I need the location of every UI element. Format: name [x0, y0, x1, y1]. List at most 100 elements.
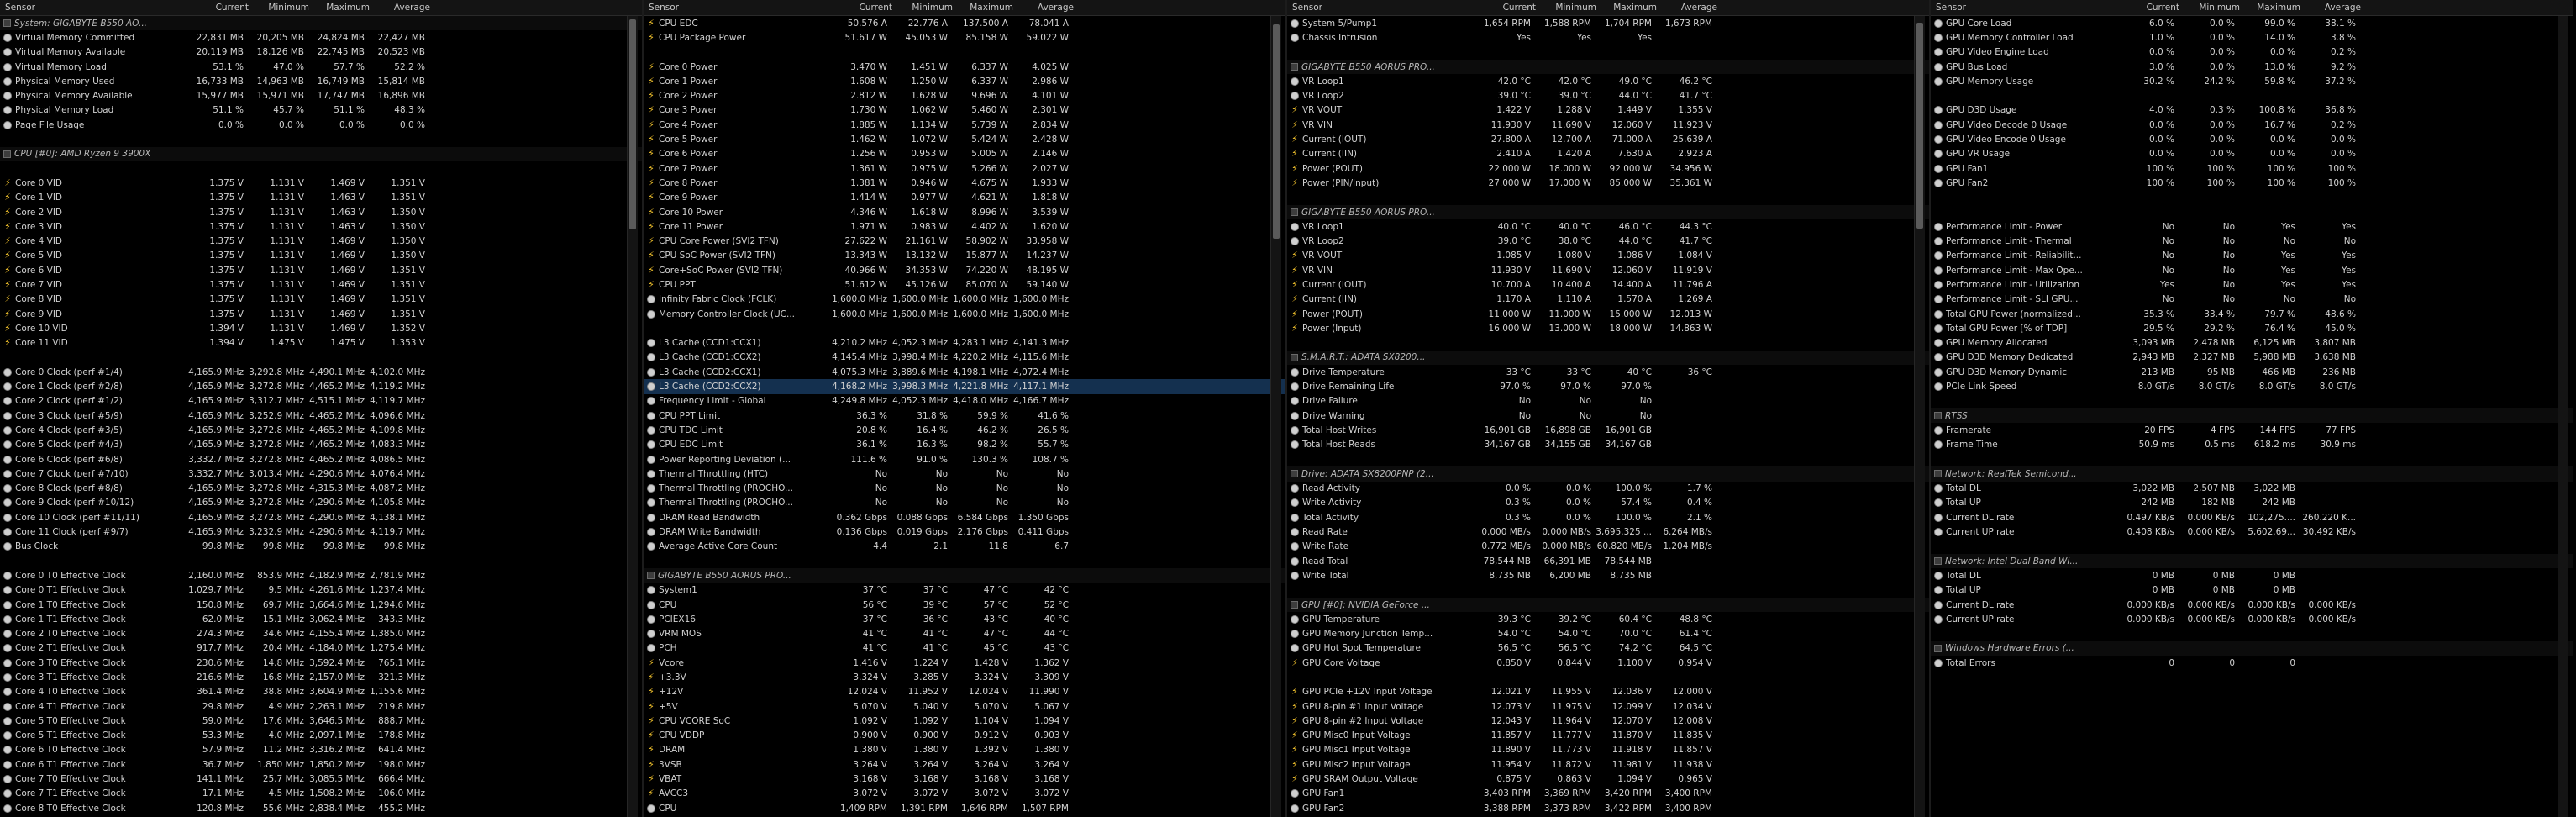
sensor-row[interactable]: Total UP 0 MB 0 MB 0 MB	[1931, 583, 2573, 598]
sensor-row[interactable]: Core 5 Clock (perf #4/3) 4,165.9 MHz 3,272…	[0, 438, 642, 452]
sensor-row[interactable]: CPU PPT Limit 36.3 % 31.8 % 59.9 % 41.6 %	[644, 408, 1285, 423]
sensor-row[interactable]: ⚡ Core 6 VID 1.375 V 1.131 V 1.469 V 1.351 V	[0, 263, 642, 277]
sensor-row[interactable]: CPU EDC Limit 36.1 % 16.3 % 98.2 % 55.7 %	[644, 438, 1285, 452]
sensor-row[interactable]: Core 2 T0 Effective Clock 274.3 MHz 34.6 M…	[0, 626, 642, 640]
sensor-row[interactable]: Virtual Memory Available 20,119 MB 18,126 …	[0, 45, 642, 60]
sensor-row[interactable]: VR Loop2 39.0 °C 38.0 °C 44.0 °C 41.7 °C	[1287, 234, 1929, 248]
sensor-row[interactable]: GPU Video Encode 0 Usage 0.0 % 0.0 % 0.0 % 0…	[1931, 132, 2573, 146]
sensor-row[interactable]: ⚡ Core 6 Power 1.256 W 0.953 W 5.005 W 2.146 …	[644, 147, 1285, 161]
sensor-row[interactable]: ⚡ Core 11 Power 1.971 W 0.983 W 4.402 W 1.620…	[644, 219, 1285, 234]
col-sensor-header[interactable]: Sensor	[1287, 3, 1477, 13]
sensor-row[interactable]: Core 2 Clock (perf #1/2) 4,165.9 MHz 3,312…	[0, 394, 642, 408]
collapse-icon[interactable]	[1291, 353, 1298, 361]
sensor-row[interactable]: Chassis Intrusion Yes Yes Yes	[1287, 30, 1929, 45]
col-sensor-header[interactable]: Sensor	[1931, 3, 2121, 13]
sensor-row[interactable]: Thermal Throttling (PROCHO... No No No No	[644, 482, 1285, 496]
sensor-group-header[interactable]: GIGABYTE B550 AORUS PRO...	[1287, 204, 1929, 220]
sensor-row[interactable]: Core 4 T1 Effective Clock 29.8 MHz 4.9 MHz…	[0, 699, 642, 714]
sensor-row[interactable]: Core 1 Clock (perf #2/8) 4,165.9 MHz 3,272…	[0, 379, 642, 393]
sensor-row[interactable]: Core 1 T0 Effective Clock 150.8 MHz 69.7 M…	[0, 598, 642, 612]
sensor-row[interactable]: Thermal Throttling (HTC) No No No No	[644, 466, 1285, 481]
sensor-row[interactable]: ⚡ Core 7 Power 1.361 W 0.975 W 5.266 W 2.027 …	[644, 161, 1285, 176]
col-average-header[interactable]: Average	[371, 3, 432, 13]
sensor-row[interactable]: Total Activity 0.3 % 0.0 % 100.0 % 2.1 %	[1287, 510, 1929, 524]
sensor-row[interactable]: ⚡ VR VOUT 1.422 V 1.288 V 1.449 V 1.355 V	[1287, 103, 1929, 118]
sensor-row[interactable]: Infinity Fabric Clock (FCLK) 1,600.0 MHz 1…	[644, 293, 1285, 307]
sensor-row[interactable]: ⚡ +5V 5.070 V 5.040 V 5.070 V 5.067 V	[644, 699, 1285, 714]
sensor-group-header[interactable]: Network: Intel Dual Band Wi...	[1931, 553, 2573, 569]
sensor-row[interactable]: ⚡ Core 11 VID 1.394 V 1.475 V 1.475 V 1.353 V	[0, 336, 642, 351]
sensor-row[interactable]: ⚡ Core 3 VID 1.375 V 1.131 V 1.463 V 1.350 V	[0, 219, 642, 234]
sensor-row[interactable]: PCIe Link Speed 8.0 GT/s 8.0 GT/s 8.0 GT/s 8…	[1931, 379, 2573, 393]
col-current-header[interactable]: Current	[833, 3, 894, 13]
sensor-row[interactable]: ⚡ Power (POUT) 22.000 W 18.000 W 92.000 W 34.…	[1287, 161, 1929, 176]
sensor-row[interactable]: GPU Fan1 100 % 100 % 100 % 100 %	[1931, 161, 2573, 176]
sensor-row[interactable]: ⚡ Core 10 Power 4.346 W 1.618 W 8.996 W 3.539…	[644, 205, 1285, 219]
sensor-row[interactable]: ⚡ Core 8 Power 1.381 W 0.946 W 4.675 W 1.933 …	[644, 176, 1285, 190]
sensor-row[interactable]: Core 4 T0 Effective Clock 361.4 MHz 38.8 M…	[0, 685, 642, 699]
sensor-row[interactable]: System1 37 °C 37 °C 47 °C 42 °C	[644, 583, 1285, 598]
sensor-row[interactable]: ⚡ Core 9 VID 1.375 V 1.131 V 1.469 V 1.351 V	[0, 307, 642, 321]
sensor-group-header[interactable]: GPU [#0]: NVIDIA GeForce ...	[1287, 597, 1929, 613]
sensor-row[interactable]: Total GPU Power (normalized... 35.3 % 33.4…	[1931, 307, 2573, 321]
sensor-group-header[interactable]: S.M.A.R.T.: ADATA SX8200...	[1287, 350, 1929, 366]
sensor-row[interactable]: ⚡ VBAT 3.168 V 3.168 V 3.168 V 3.168 V	[644, 772, 1285, 786]
col-sensor-header[interactable]: Sensor	[644, 3, 833, 13]
sensor-row[interactable]: Core 0 T1 Effective Clock 1,029.7 MHz 9.5 …	[0, 583, 642, 598]
col-current-header[interactable]: Current	[2121, 3, 2181, 13]
vertical-scrollbar[interactable]	[1270, 16, 1281, 817]
sensor-row[interactable]: Write Activity 0.3 % 0.0 % 57.4 % 0.4 %	[1287, 496, 1929, 510]
col-minimum-header[interactable]: Minimum	[894, 3, 954, 13]
col-maximum-header[interactable]: Maximum	[1598, 3, 1659, 13]
sensor-row[interactable]: VR Loop2 39.0 °C 39.0 °C 44.0 °C 41.7 °C	[1287, 88, 1929, 103]
sensor-row[interactable]: ⚡ Core 1 Power 1.608 W 1.250 W 6.337 W 2.986 …	[644, 74, 1285, 88]
sensor-row[interactable]: ⚡ Power (POUT) 11.000 W 11.000 W 15.000 W 12.…	[1287, 307, 1929, 321]
sensor-row[interactable]: Core 8 Clock (perf #8/8) 4,165.9 MHz 3,272…	[0, 482, 642, 496]
sensor-row[interactable]: ⚡ CPU Core Power (SVI2 TFN) 27.622 W 21.161…	[644, 234, 1285, 248]
sensor-row[interactable]: Read Rate 0.000 MB/s 0.000 MB/s 3,695.325 .…	[1287, 524, 1929, 539]
sensor-row[interactable]: ⚡ CPU PPT 51.612 W 45.126 W 85.070 W 59.140 W	[644, 277, 1285, 292]
sensor-row[interactable]: Write Total 8,735 MB 6,200 MB 8,735 MB	[1287, 568, 1929, 582]
sensor-row[interactable]: ⚡ Core 2 VID 1.375 V 1.131 V 1.463 V 1.350 V	[0, 205, 642, 219]
sensor-row[interactable]: Performance Limit - Power No No Yes Yes	[1931, 219, 2573, 234]
sensor-row[interactable]: VRM MOS 41 °C 41 °C 47 °C 44 °C	[644, 626, 1285, 640]
sensor-row[interactable]: GPU Fan2 100 % 100 % 100 % 100 %	[1931, 176, 2573, 190]
sensor-row[interactable]: ⚡ VR VIN 11.930 V 11.690 V 12.060 V 11.919 V	[1287, 263, 1929, 277]
sensor-row[interactable]: Page File Usage 0.0 % 0.0 % 0.0 % 0.0 %	[0, 118, 642, 132]
sensor-group-header[interactable]: GIGABYTE B550 AORUS PRO...	[644, 568, 1285, 583]
sensor-row[interactable]: Read Activity 0.0 % 0.0 % 100.0 % 1.7 %	[1287, 482, 1929, 496]
col-current-header[interactable]: Current	[1477, 3, 1538, 13]
sensor-row[interactable]: Core 0 T0 Effective Clock 2,160.0 MHz 853.…	[0, 568, 642, 582]
sensor-row[interactable]: ⚡ Current (IIN) 1.170 A 1.110 A 1.570 A 1.269…	[1287, 293, 1929, 307]
sensor-row[interactable]: PCH 41 °C 41 °C 45 °C 43 °C	[644, 641, 1285, 656]
sensor-row[interactable]: GPU Temperature 39.3 °C 39.2 °C 60.4 °C 48.8…	[1287, 612, 1929, 626]
sensor-row[interactable]: Virtual Memory Load 53.1 % 47.0 % 57.7 % 52.…	[0, 60, 642, 74]
sensor-row[interactable]: Virtual Memory Committed 22,831 MB 20,205 …	[0, 30, 642, 45]
sensor-row[interactable]: Drive Remaining Life 97.0 % 97.0 % 97.0 %	[1287, 379, 1929, 393]
sensor-row[interactable]: L3 Cache (CCD2:CCX2) 4,168.2 MHz 3,998.3 M…	[644, 379, 1285, 394]
sensor-row[interactable]: Core 8 T0 Effective Clock 120.8 MHz 55.6 M…	[0, 801, 642, 815]
sensor-row[interactable]: ⚡ Core 2 Power 2.812 W 1.628 W 9.696 W 4.101 …	[644, 88, 1285, 103]
sensor-row[interactable]: Current DL rate 0.497 KB/s 0.000 KB/s 102,2…	[1931, 510, 2573, 524]
collapse-icon[interactable]	[647, 572, 655, 580]
scrollbar-thumb[interactable]	[1916, 23, 1923, 229]
sensor-row[interactable]: Power Reporting Deviation (... 111.6 % 91.…	[644, 452, 1285, 466]
sensor-row[interactable]: ⚡ CPU Package Power 51.617 W 45.053 W 85.158…	[644, 30, 1285, 45]
sensor-row[interactable]: CPU 1,409 RPM 1,391 RPM 1,646 RPM 1,507 RPM	[644, 801, 1285, 815]
col-average-header[interactable]: Average	[1659, 3, 1719, 13]
sensor-row[interactable]: ⚡ Core 0 Power 3.470 W 1.451 W 6.337 W 4.025 …	[644, 60, 1285, 74]
col-current-header[interactable]: Current	[190, 3, 250, 13]
sensor-row[interactable]: Core 6 Clock (perf #6/8) 3,332.7 MHz 3,272…	[0, 452, 642, 466]
sensor-row[interactable]: ⚡ Core 3 Power 1.730 W 1.062 W 5.460 W 2.301 …	[644, 103, 1285, 118]
sensor-row[interactable]: ⚡ Core+SoC Power (SVI2 TFN) 40.966 W 34.353…	[644, 263, 1285, 277]
sensor-row[interactable]: ⚡ Core 8 VID 1.375 V 1.131 V 1.469 V 1.351 V	[0, 293, 642, 307]
sensor-row[interactable]: Core 7 T0 Effective Clock 141.1 MHz 25.7 M…	[0, 772, 642, 786]
sensor-row[interactable]: GPU Fan1 3,403 RPM 3,369 RPM 3,420 RPM 3,400…	[1287, 787, 1929, 801]
collapse-icon[interactable]	[1934, 412, 1942, 420]
sensor-row[interactable]: ⚡ GPU Misc0 Input Voltage 11.857 V 11.777 V…	[1287, 729, 1929, 743]
sensor-row[interactable]: ⚡ VR VIN 11.930 V 11.690 V 12.060 V 11.923 V	[1287, 118, 1929, 132]
sensor-row[interactable]: Core 9 Clock (perf #10/12) 4,165.9 MHz 3,2…	[0, 496, 642, 510]
sensor-row[interactable]: Core 5 T0 Effective Clock 59.0 MHz 17.6 MH…	[0, 714, 642, 728]
sensor-row[interactable]: Physical Memory Used 16,733 MB 14,963 MB 16…	[0, 74, 642, 88]
sensor-row[interactable]: Current DL rate 0.000 KB/s 0.000 KB/s 0.000…	[1931, 598, 2573, 612]
